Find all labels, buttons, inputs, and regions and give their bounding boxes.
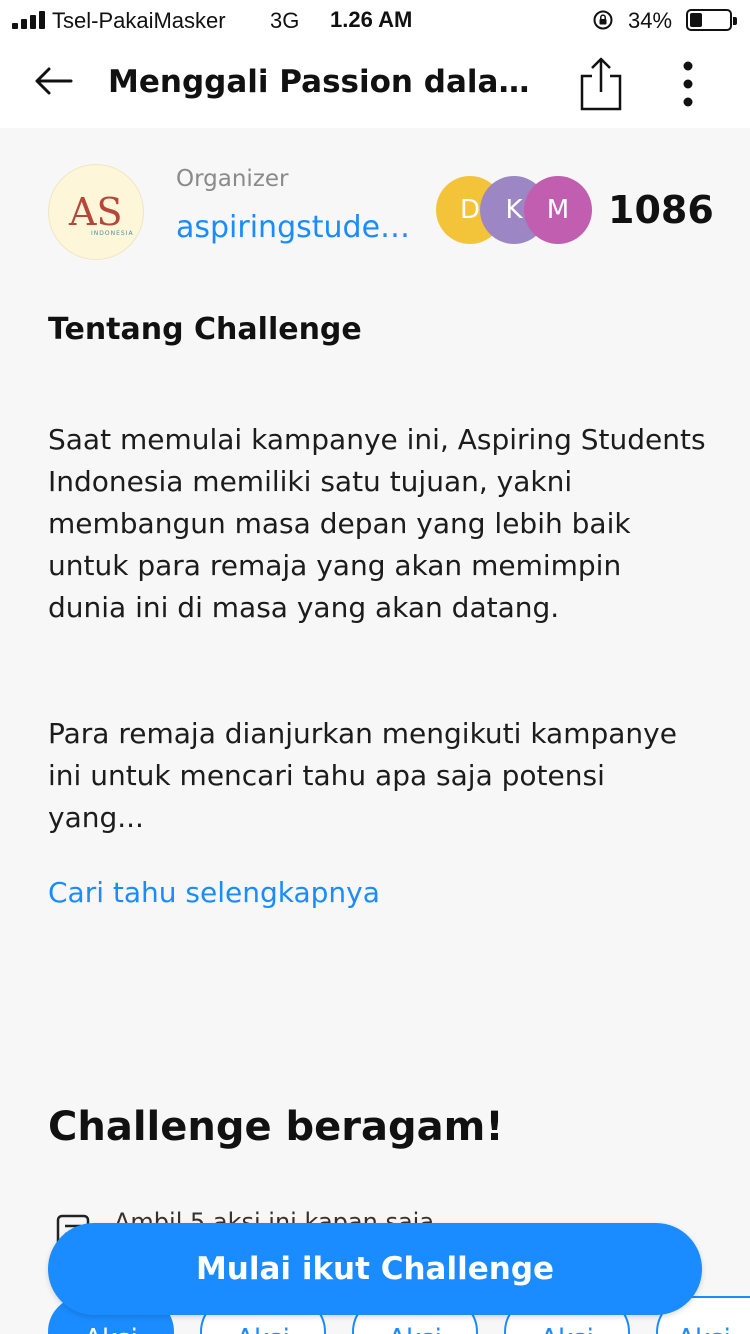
organizer-logo[interactable]: AS INDONESIA (48, 164, 144, 260)
about-title: Tentang Challenge (48, 312, 362, 347)
nav-header: Menggali Passion dalam Diri (0, 40, 750, 128)
organizer-label: Organizer (176, 166, 289, 192)
avatar: M (524, 176, 592, 244)
page-title: Menggali Passion dalam Diri (108, 64, 538, 100)
organizer-logo-image: AS INDONESIA (68, 190, 134, 237)
about-paragraph: Para remaja dianjurkan mengikuti kampany… (48, 717, 677, 834)
carrier-name: Tsel-PakaiMasker (52, 8, 226, 33)
share-icon[interactable] (578, 56, 624, 112)
svg-text:INDONESIA: INDONESIA (91, 230, 134, 237)
arrow-left-icon[interactable] (34, 66, 74, 96)
signal-strength-icon (12, 11, 48, 29)
more-vertical-icon[interactable] (668, 58, 708, 110)
challenges-title: Challenge beragam! (48, 1104, 504, 1150)
read-more-link[interactable]: Cari tahu selengkapnya (48, 876, 380, 909)
status-time: 1.26 AM (330, 7, 413, 32)
participant-count: 1086 (608, 188, 714, 232)
join-challenge-button[interactable]: Mulai ikut Challenge (48, 1223, 702, 1315)
svg-text:AS: AS (68, 190, 122, 234)
rotation-lock-icon (593, 10, 613, 30)
battery-icon (686, 9, 737, 31)
network-type: 3G (270, 8, 300, 33)
battery-percent: 34% (628, 8, 673, 33)
participant-avatars[interactable]: D K M (436, 176, 596, 246)
status-bar: Tsel-PakaiMasker 3G 1.26 AM 34% (0, 0, 750, 40)
organizer-name-link[interactable]: aspiringstudentsindonesia (176, 210, 416, 245)
about-paragraph: Saat memulai kampanye ini, Aspiring Stud… (48, 423, 706, 624)
